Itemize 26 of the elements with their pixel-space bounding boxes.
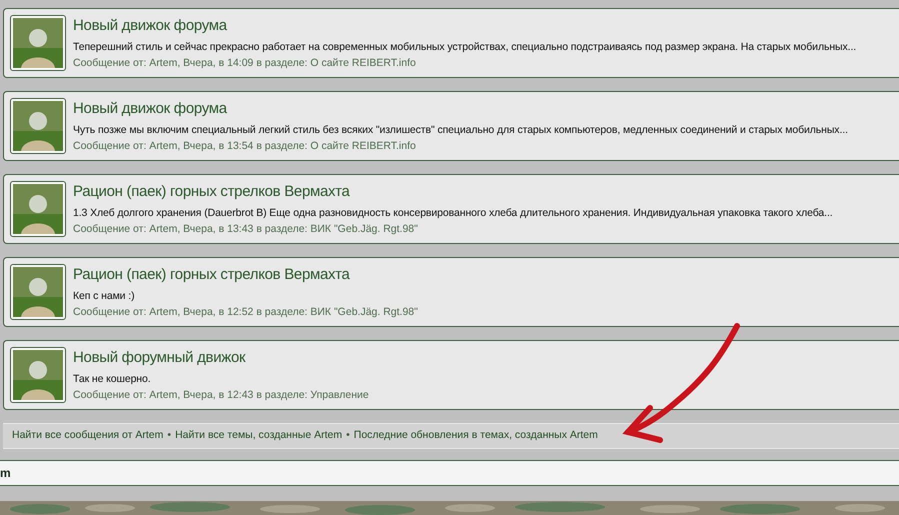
bar-text: m xyxy=(0,465,11,482)
result-excerpt: Так не кошерно. xyxy=(73,372,152,387)
result-meta: Сообщение от: Artem, Вчера, в 14:09 в разделе: О сайте REIBERT.info xyxy=(73,56,417,71)
avatar[interactable] xyxy=(10,181,66,237)
result-meta: Сообщение от: Artem, Вчера, в 13:43 в разделе: ВИК "Geb.Jäg. Rgt.98" xyxy=(73,222,419,237)
avatar[interactable] xyxy=(10,15,66,71)
result-excerpt: 1.3 Хлеб долгого хранения (Dauerbrot B) Еще одна разновидность консервированного хлеба длительного хранения. Индивидуальная упаковка такого хлеба... xyxy=(73,206,833,221)
avatar[interactable] xyxy=(10,98,66,154)
separator: • xyxy=(167,428,172,444)
result-excerpt: Кеп с нами :) xyxy=(73,289,136,304)
separator: • xyxy=(346,428,350,444)
result-meta: Сообщение от: Artem, Вчера, в 12:52 в разделе: ВИК "Geb.Jäg. Rgt.98" xyxy=(73,305,418,320)
result-meta: Сообщение от: Artem, Вчера, в 13:54 в разделе: О сайте REIBERT.info xyxy=(73,139,417,154)
footer-link[interactable]: Найти все сообщения от Artem xyxy=(12,428,164,444)
footer-link[interactable]: Последние обновления в темах, созданных Artem xyxy=(354,428,598,444)
result-title[interactable]: Новый движок форума xyxy=(73,99,848,118)
result-excerpt: Чуть позже мы включим специальный легкий стиль без всяких "излишеств" специально для старых компьютеров, медленных соединений и старых мобильных... xyxy=(73,123,848,138)
footer-link[interactable]: Найти все темы, созданные Artem xyxy=(175,428,342,444)
avatar[interactable] xyxy=(10,264,66,320)
result-title[interactable]: Новый форумный движок xyxy=(73,348,369,367)
result-title[interactable]: Рацион (паек) горных стрелков Вермахта xyxy=(73,182,833,201)
result-title[interactable]: Новый движок форума xyxy=(73,16,856,35)
result-title[interactable]: Рацион (паек) горных стрелков Вермахта xyxy=(73,265,418,284)
result-meta: Сообщение от: Artem, Вчера, в 12:43 в разделе: Управление xyxy=(73,388,369,403)
avatar[interactable] xyxy=(10,347,66,403)
result-excerpt: Теперешний стиль и сейчас прекрасно работает на современных мобильных устройствах, специально подстраиваясь под размер экрана. На старых мобильных... xyxy=(73,40,856,55)
